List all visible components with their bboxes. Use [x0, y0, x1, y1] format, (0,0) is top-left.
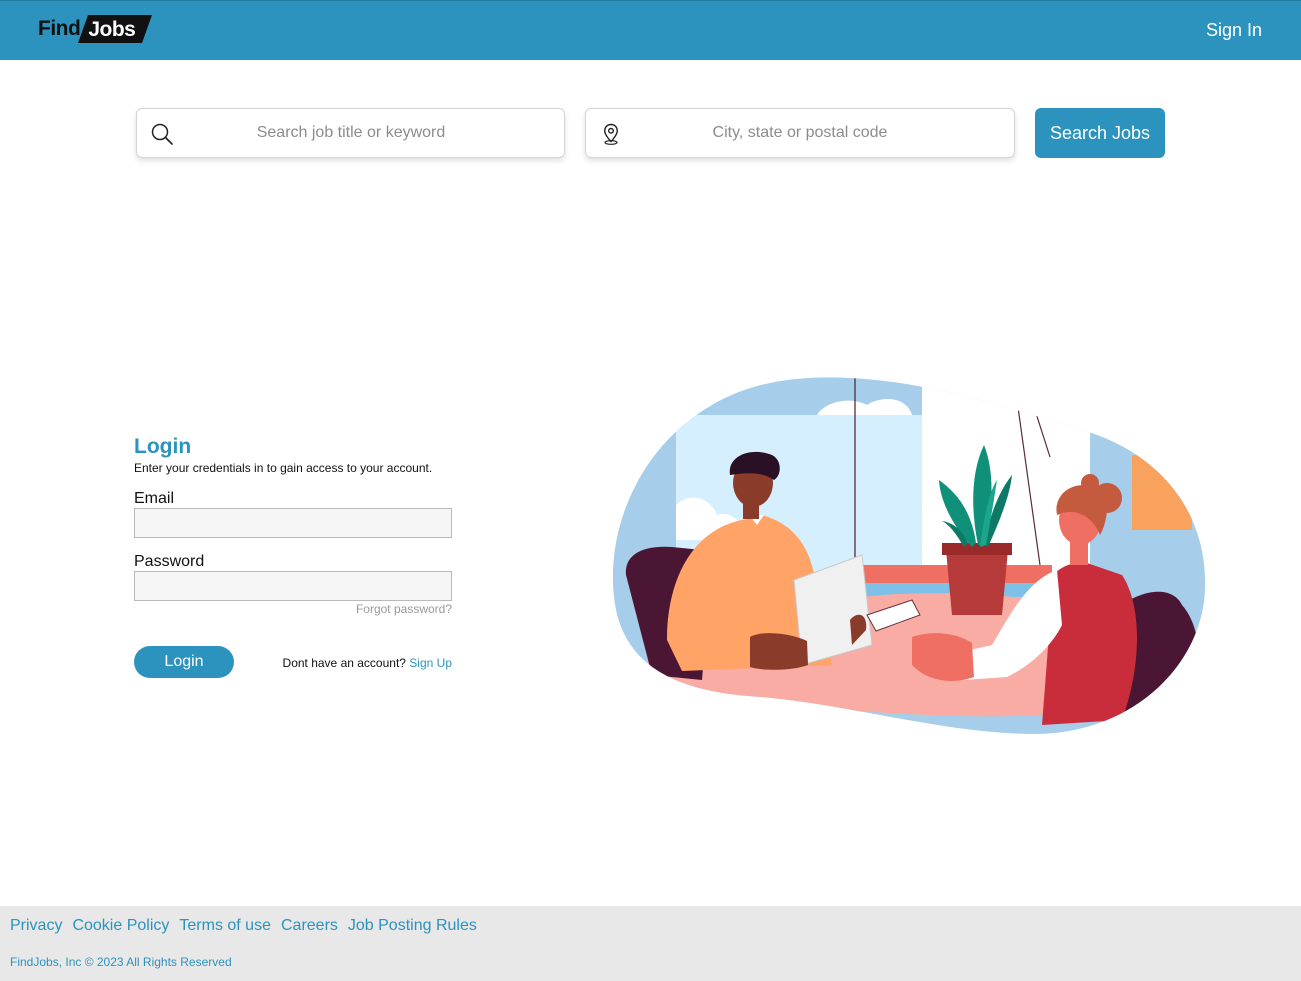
- location-pin-icon: [603, 123, 619, 145]
- page-footer: Privacy Cookie Policy Terms of use Caree…: [0, 906, 1301, 981]
- login-subtitle: Enter your credentials in to gain access…: [134, 461, 433, 475]
- findjobs-logo[interactable]: Find Jobs: [38, 13, 153, 45]
- footer-link-careers[interactable]: Careers: [281, 917, 338, 935]
- password-field[interactable]: [134, 571, 452, 601]
- email-label: Email: [134, 490, 175, 507]
- keyword-search-box[interactable]: [136, 108, 565, 158]
- top-navbar: Find Jobs Sign In: [0, 0, 1301, 60]
- location-search-box[interactable]: [585, 108, 1015, 158]
- copyright-text: FindJobs, Inc © 2023 All Rights Reserved: [10, 955, 232, 969]
- email-field[interactable]: [134, 508, 452, 538]
- login-title: Login: [134, 435, 192, 458]
- no-account-text: Dont have an account?: [282, 656, 406, 670]
- keyword-search-input[interactable]: [181, 109, 521, 157]
- footer-link-cookie-policy[interactable]: Cookie Policy: [72, 917, 169, 935]
- sign-up-link[interactable]: Sign Up: [409, 656, 452, 670]
- logo-jobs-badge: Jobs: [78, 15, 153, 43]
- signup-prompt: Dont have an account? Sign Up: [252, 656, 452, 670]
- footer-link-job-posting-rules[interactable]: Job Posting Rules: [348, 917, 477, 935]
- forgot-password-link[interactable]: Forgot password?: [300, 602, 452, 616]
- password-label: Password: [134, 553, 205, 570]
- footer-link-privacy[interactable]: Privacy: [10, 917, 62, 935]
- footer-link-terms-of-use[interactable]: Terms of use: [179, 917, 271, 935]
- location-search-input[interactable]: [630, 109, 970, 157]
- search-jobs-button[interactable]: Search Jobs: [1035, 108, 1165, 158]
- logo-find-text: Find: [38, 17, 81, 40]
- job-interview-illustration: [612, 377, 1206, 735]
- footer-links: Privacy Cookie Policy Terms of use Caree…: [10, 917, 477, 935]
- sign-in-link[interactable]: Sign In: [1206, 20, 1262, 41]
- login-button[interactable]: Login: [134, 646, 234, 678]
- search-icon: [151, 123, 173, 145]
- logo-jobs-text: Jobs: [88, 18, 136, 41]
